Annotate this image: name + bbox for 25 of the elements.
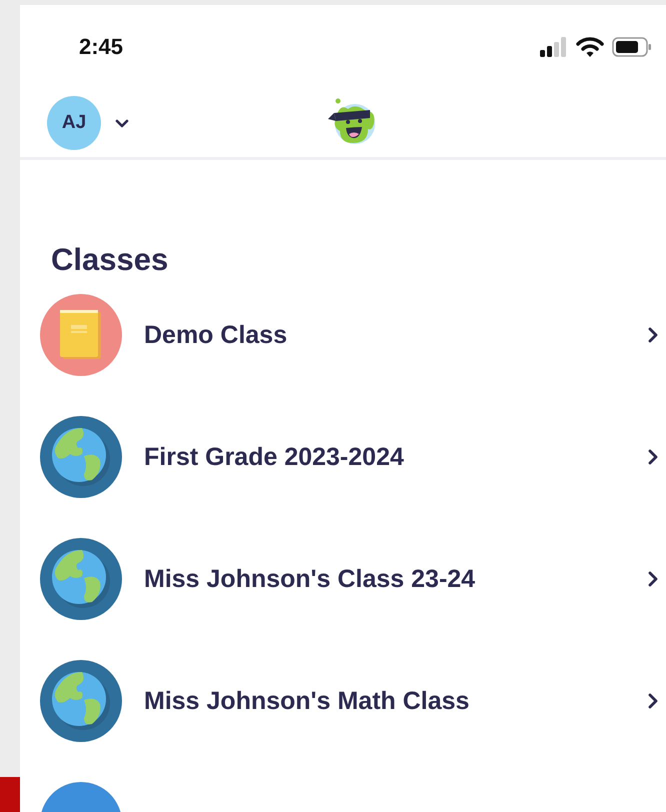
chevron-right-icon xyxy=(648,571,658,587)
class-name: Demo Class xyxy=(144,320,288,350)
book-icon xyxy=(40,294,122,376)
chevron-down-icon xyxy=(115,118,129,128)
class-name: First Grade 2023-2024 xyxy=(144,442,405,472)
class-name: Miss Johnson's Class 23-24 xyxy=(144,564,476,594)
class-list-item[interactable]: Demo Class xyxy=(40,294,666,376)
background-block xyxy=(0,777,20,812)
class-list-item[interactable]: First Grade 2023-2024 xyxy=(40,416,666,498)
account-menu-button[interactable]: AJ xyxy=(47,96,129,150)
chevron-right-icon xyxy=(648,693,658,709)
signal-icon xyxy=(540,37,568,57)
section-title: Classes xyxy=(51,241,170,279)
status-time: 2:45 xyxy=(79,34,124,60)
class-name: Miss Johnson's Math Class xyxy=(144,686,470,716)
battery-icon xyxy=(612,37,652,57)
class-list-item[interactable]: Miss Johnson's Class 23-24 xyxy=(40,538,666,620)
chevron-right-icon xyxy=(648,449,658,465)
wifi-icon xyxy=(576,36,604,58)
avatar: AJ xyxy=(47,96,101,150)
globe-icon xyxy=(40,416,122,498)
globe-icon xyxy=(40,660,122,742)
class-list-item[interactable]: Miss Johnson's Math Class xyxy=(40,660,666,742)
globe-icon xyxy=(40,538,122,620)
chevron-right-icon xyxy=(648,327,658,343)
